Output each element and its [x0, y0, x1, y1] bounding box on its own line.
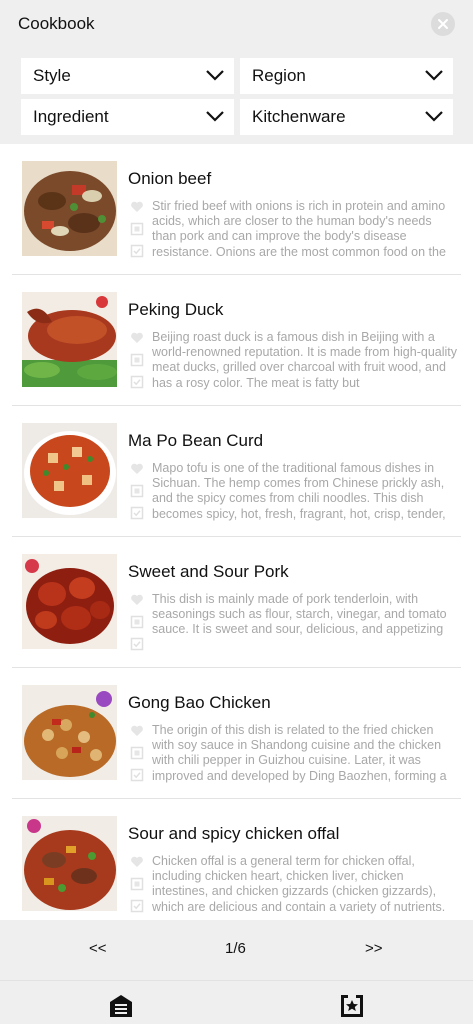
square-icon[interactable]	[130, 353, 144, 367]
recipe-list[interactable]: Onion beef Stir fried beef with onions i…	[0, 144, 473, 920]
square-icon[interactable]	[130, 746, 144, 760]
filter-label: Region	[252, 66, 306, 85]
recipe-title: Peking Duck	[128, 300, 224, 319]
recipe-thumbnail	[22, 292, 117, 387]
recipe-item[interactable]: Peking Duck Beijing roast duck is a famo…	[12, 275, 461, 406]
chevron-down-icon	[425, 70, 443, 81]
heart-icon[interactable]	[130, 200, 144, 214]
recipe-item[interactable]: Ma Po Bean Curd Mapo tofu is one of the …	[12, 406, 461, 537]
heart-icon[interactable]	[130, 462, 144, 476]
recipe-item[interactable]: Gong Bao Chicken The origin of this dish…	[12, 668, 461, 799]
heart-icon[interactable]	[130, 593, 144, 607]
recipe-title: Gong Bao Chicken	[128, 693, 271, 712]
square-icon[interactable]	[130, 615, 144, 629]
checkbox-icon[interactable]	[130, 244, 144, 258]
recipe-thumbnail	[22, 685, 117, 780]
star-card-icon	[341, 995, 363, 1017]
filter-label: Style	[33, 66, 71, 85]
tab-favorites[interactable]	[339, 993, 365, 1019]
filter-kitchenware-dropdown[interactable]: Kitchenware	[240, 99, 453, 135]
filter-region-dropdown[interactable]: Region	[240, 58, 453, 94]
recipe-title: Onion beef	[128, 169, 212, 188]
recipe-thumbnail	[22, 554, 117, 649]
square-icon[interactable]	[130, 222, 144, 236]
app-title: Cookbook	[18, 14, 95, 33]
recipe-thumbnail	[22, 161, 117, 256]
filter-bar: Style Region Ingredient Kitchenware	[0, 48, 473, 144]
square-icon[interactable]	[130, 484, 144, 498]
recipe-title: Ma Po Bean Curd	[128, 431, 264, 450]
recipe-description: Beijing roast duck is a famous dish in B…	[152, 330, 457, 390]
pagination-bar: << 1/6 >>	[0, 920, 473, 980]
recipe-description: Mapo tofu is one of the traditional famo…	[152, 461, 446, 521]
filter-style-dropdown[interactable]: Style	[21, 58, 234, 94]
close-button[interactable]	[431, 12, 455, 36]
app-header: Cookbook	[0, 0, 473, 48]
heart-icon[interactable]	[130, 855, 144, 869]
recipe-item[interactable]: Sweet and Sour Pork This dish is mainly …	[12, 537, 461, 668]
checkbox-icon[interactable]	[130, 768, 144, 782]
prev-page-button[interactable]: <<	[89, 940, 107, 957]
next-page-button[interactable]: >>	[365, 940, 383, 957]
recipe-description: The origin of this dish is related to th…	[152, 723, 447, 783]
recipe-thumbnail	[22, 423, 117, 518]
filter-ingredient-dropdown[interactable]: Ingredient	[21, 99, 234, 135]
recipe-title: Sweet and Sour Pork	[128, 562, 289, 581]
filter-label: Kitchenware	[252, 107, 346, 126]
close-icon	[438, 19, 448, 29]
filter-label: Ingredient	[33, 107, 109, 126]
chevron-down-icon	[206, 111, 224, 122]
recipe-item[interactable]: Sour and spicy chicken offal Chicken off…	[12, 799, 461, 920]
menu-list-icon	[110, 995, 132, 1017]
heart-icon[interactable]	[130, 724, 144, 738]
checkbox-icon[interactable]	[130, 375, 144, 389]
checkbox-icon[interactable]	[130, 899, 144, 913]
checkbox-icon[interactable]	[130, 506, 144, 520]
recipe-description: Stir fried beef with onions is rich in p…	[152, 199, 446, 259]
recipe-item[interactable]: Onion beef Stir fried beef with onions i…	[12, 144, 461, 275]
square-icon[interactable]	[130, 877, 144, 891]
bottom-tab-bar	[0, 980, 473, 1024]
recipe-thumbnail	[22, 816, 117, 911]
page-indicator: 1/6	[225, 940, 246, 957]
recipe-description: Chicken offal is a general term for chic…	[152, 854, 446, 914]
chevron-down-icon	[425, 111, 443, 122]
chevron-down-icon	[206, 70, 224, 81]
tab-recipes[interactable]	[108, 993, 134, 1019]
heart-icon[interactable]	[130, 331, 144, 345]
recipe-title: Sour and spicy chicken offal	[128, 824, 340, 843]
recipe-description: This dish is mainly made of pork tenderl…	[152, 592, 447, 637]
checkbox-icon[interactable]	[130, 637, 144, 651]
